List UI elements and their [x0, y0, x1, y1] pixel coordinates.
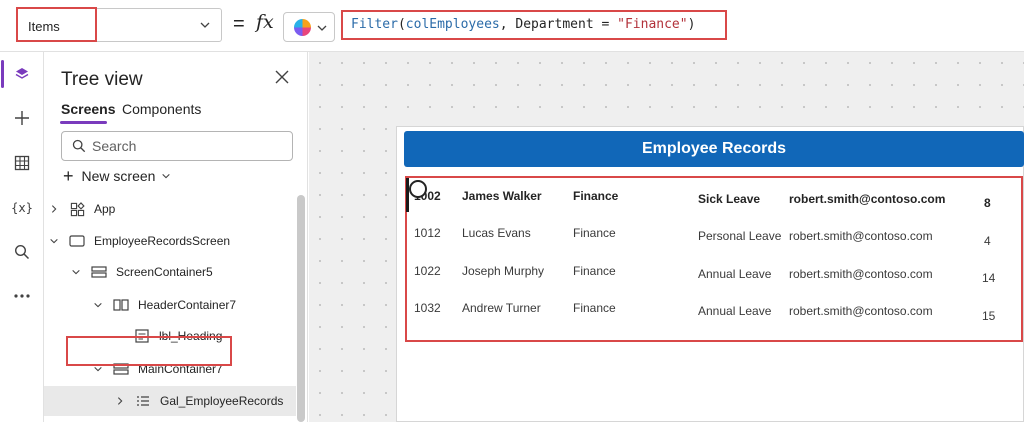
chevron-down-icon — [162, 173, 171, 179]
vertical-container-icon — [91, 265, 107, 279]
tree-node-label: Gal_EmployeeRecords — [160, 394, 284, 408]
fx-icon: fx — [256, 11, 274, 33]
tree-node-gallery[interactable]: Gal_EmployeeRecords — [44, 386, 296, 416]
data-table-icon[interactable] — [12, 153, 32, 173]
gallery-highlight-box — [405, 176, 1023, 342]
variables-icon[interactable]: {x} — [11, 198, 33, 218]
tree-node-container[interactable]: ScreenContainer5 — [70, 261, 213, 283]
selected-row-marker — [406, 178, 409, 212]
formula-paren-close: ) — [687, 17, 696, 32]
tree-node-label: HeaderContainer7 — [138, 298, 237, 312]
tree-node-label: App — [94, 202, 116, 216]
equals-sign: = — [233, 13, 245, 35]
tree-node-label: ScreenContainer5 — [116, 265, 213, 279]
chevron-down-icon[interactable] — [48, 235, 60, 247]
tree-view-panel: Tree view Screens Components + New scree… — [44, 52, 308, 422]
formula-string: "Finance" — [617, 17, 688, 32]
search-icon — [72, 139, 86, 153]
new-screen-label: New screen — [81, 168, 156, 184]
formula-bar: Items = fx Filter(colEmployees, Departme… — [0, 0, 1024, 52]
layers-icon[interactable] — [12, 64, 32, 84]
tree-node-app[interactable]: App — [48, 198, 115, 220]
tree-view-title: Tree view — [61, 69, 143, 90]
chevron-down-icon — [200, 22, 210, 28]
copilot-icon — [294, 19, 311, 36]
heading-text: Employee Records — [641, 140, 787, 157]
tree-search-input[interactable] — [92, 136, 282, 156]
insert-plus-icon[interactable] — [12, 108, 32, 128]
tree-node-screen[interactable]: EmployeeRecordsScreen — [48, 230, 230, 252]
edit-icon[interactable] — [409, 180, 427, 198]
chevron-right-icon[interactable] — [114, 395, 126, 407]
heading-label[interactable]: Employee Records — [404, 131, 1024, 167]
formula-operator: = — [593, 17, 618, 32]
tab-components[interactable]: Components — [122, 101, 201, 117]
horizontal-container-icon — [113, 298, 129, 312]
screen-icon — [69, 234, 85, 248]
chevron-right-icon[interactable] — [48, 203, 60, 215]
gallery-icon — [135, 394, 151, 408]
active-tab-indicator — [60, 121, 107, 124]
new-screen-button[interactable]: + New screen — [63, 166, 171, 186]
tree-node-label: EmployeeRecordsScreen — [94, 234, 231, 248]
formula-paren-open: ( — [397, 17, 406, 32]
left-rail: {x} — [0, 52, 44, 422]
chevron-down-icon[interactable] — [70, 266, 82, 278]
copilot-button[interactable] — [283, 12, 335, 42]
search-icon[interactable] — [12, 242, 32, 262]
tree-search-box — [61, 131, 293, 161]
chevron-down-icon[interactable] — [92, 299, 104, 311]
formula-input[interactable]: Filter(colEmployees, Department = "Finan… — [341, 10, 727, 40]
formula-separator: , — [499, 17, 516, 32]
formula-text: Filter(colEmployees, Department = "Finan… — [351, 17, 695, 32]
formula-arg-collection: colEmployees — [405, 17, 500, 32]
rail-active-indicator — [1, 60, 4, 88]
more-options-icon[interactable] — [12, 286, 32, 306]
chevron-down-icon — [317, 25, 327, 31]
close-icon[interactable] — [273, 68, 291, 86]
plus-icon: + — [63, 165, 74, 186]
app-icon — [69, 201, 85, 216]
tab-screens[interactable]: Screens — [61, 101, 115, 117]
items-highlight-box — [16, 7, 97, 42]
formula-arg-field: Department — [515, 17, 594, 32]
formula-function: Filter — [351, 17, 398, 32]
tree-node-header-container[interactable]: HeaderContainer7 — [92, 294, 236, 316]
tree-scrollbar[interactable] — [297, 195, 305, 422]
gallery-node-highlight-box — [66, 336, 232, 366]
